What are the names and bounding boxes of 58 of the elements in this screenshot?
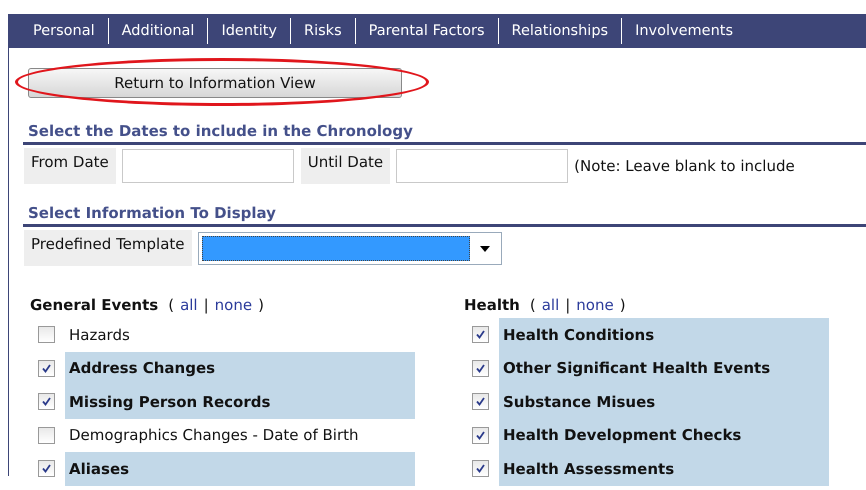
option-label: Other Significant Health Events [499, 352, 829, 385]
select-all-link[interactable]: all [180, 296, 198, 318]
parenthesis: ( [530, 296, 536, 316]
check-icon [475, 396, 486, 408]
checkbox[interactable] [38, 326, 55, 344]
option-label: Demographics Changes - Date of Birth [68, 425, 360, 446]
tab[interactable]: Risks [291, 18, 356, 44]
check-icon [41, 396, 52, 408]
checkbox[interactable] [38, 360, 55, 377]
return-button[interactable]: Return to Information View [28, 68, 402, 98]
checkbox[interactable] [38, 426, 55, 444]
check-icon [475, 430, 486, 441]
check-icon [475, 362, 486, 374]
tab[interactable]: Relationships [498, 18, 622, 44]
section-heading: Select the Dates to include in the Chronology [23, 122, 866, 145]
option-label: Missing Person Records [65, 385, 415, 418]
check-icon [475, 463, 486, 474]
select-none-link[interactable]: none [576, 296, 614, 318]
tab[interactable]: Additional [108, 18, 208, 44]
template-dropdown[interactable] [198, 232, 502, 265]
checkbox[interactable] [472, 360, 489, 377]
parenthesis: ) [258, 296, 264, 316]
check-icon [41, 463, 52, 474]
note-text: (Note: Leave blank to include [574, 157, 795, 175]
tab[interactable]: Involvements [622, 18, 746, 44]
tab[interactable]: Identity [208, 18, 292, 44]
checkbox[interactable] [472, 393, 489, 410]
option-label: Hazards [68, 324, 131, 346]
section-heading: Select Information To Display [23, 204, 866, 227]
separator: | [204, 296, 209, 316]
option-label: Aliases [65, 452, 415, 486]
field-label: Predefined Template [24, 230, 192, 266]
tab[interactable]: Parental Factors [356, 18, 499, 44]
select-all-link[interactable]: all [542, 296, 560, 318]
checkbox[interactable] [38, 460, 55, 478]
field-label: From Date [24, 148, 116, 184]
from-date-field[interactable] [122, 149, 294, 183]
parenthesis: ) [620, 296, 626, 316]
checkbox[interactable] [472, 326, 489, 344]
option-label: Health Development Checks [499, 418, 829, 452]
separator: | [565, 296, 570, 316]
option-label: Health Assessments [499, 452, 829, 486]
checkbox[interactable] [472, 426, 489, 444]
parenthesis: ( [168, 296, 174, 316]
check-icon [475, 329, 486, 340]
checkbox[interactable] [472, 460, 489, 478]
group-title: Health [464, 296, 520, 316]
option-label: Substance Misues [499, 385, 829, 418]
checkbox[interactable] [38, 393, 55, 410]
until-date-field[interactable] [396, 149, 568, 183]
select-none-link[interactable]: none [214, 296, 252, 318]
caret-icon [480, 246, 490, 252]
group-title: General Events [30, 296, 158, 316]
option-label: Address Changes [65, 352, 415, 385]
field-label: Until Date [300, 148, 390, 184]
check-icon [41, 362, 52, 374]
option-label: Health Conditions [499, 318, 829, 352]
tab[interactable]: Personal [20, 18, 109, 44]
